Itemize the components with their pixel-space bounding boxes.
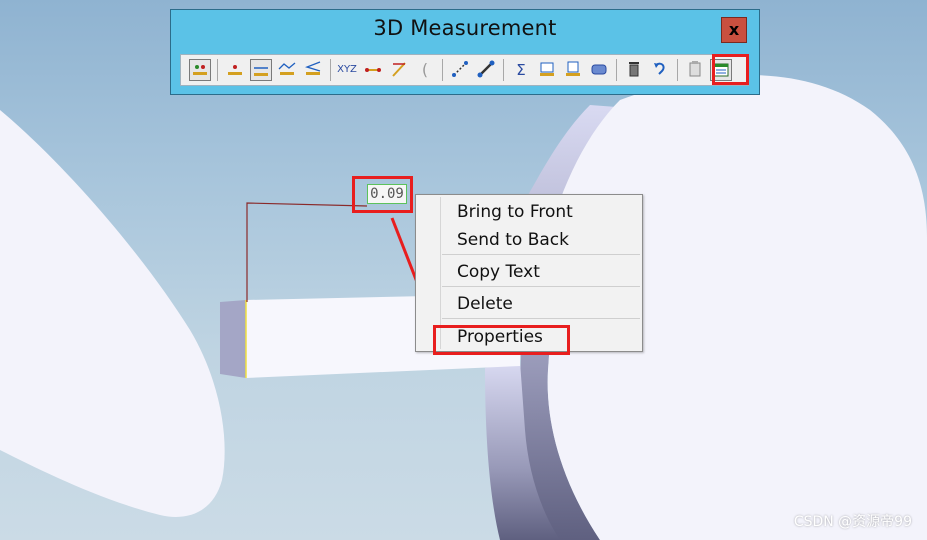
dimension-highlight-box: [352, 176, 413, 213]
cylinder-icon[interactable]: [588, 59, 610, 81]
window-title: 3D Measurement: [373, 16, 557, 40]
angle-arc-icon[interactable]: [388, 59, 410, 81]
volume-icon[interactable]: [562, 59, 584, 81]
point-marker-icon[interactable]: [189, 59, 211, 81]
polyline-measure-icon[interactable]: [276, 59, 298, 81]
toolbar-separator: [330, 59, 331, 81]
point-to-point-icon[interactable]: [449, 59, 471, 81]
menu-item-bring-to-front[interactable]: Bring to Front: [457, 202, 573, 222]
menu-separator: [442, 318, 640, 319]
measurement-toolbar-window: 3D Measurement x XYZ (Σ: [170, 9, 760, 95]
watermark: CSDN @资源帝99: [793, 514, 912, 530]
link-icon[interactable]: [475, 59, 497, 81]
model-beam-side: [220, 300, 246, 378]
toolbar-separator: [503, 59, 504, 81]
undo-icon[interactable]: [649, 59, 671, 81]
sum-icon[interactable]: Σ: [510, 59, 532, 81]
area-icon[interactable]: [536, 59, 558, 81]
delete-icon[interactable]: [623, 59, 645, 81]
properties-menu-highlight-box: [433, 325, 570, 355]
coordinate-icon[interactable]: XYZ: [336, 59, 358, 81]
clipboard-icon[interactable]: [684, 59, 706, 81]
distance-icon[interactable]: [362, 59, 384, 81]
toolbar: XYZ ( Σ: [180, 54, 749, 86]
toolbar-separator: [217, 59, 218, 81]
point-measure-icon[interactable]: [224, 59, 246, 81]
menu-item-delete[interactable]: Delete: [457, 294, 513, 314]
arc-icon[interactable]: (: [414, 59, 436, 81]
model-face-left: [0, 110, 225, 517]
toolbar-separator: [442, 59, 443, 81]
toolbar-separator: [616, 59, 617, 81]
line-measure-icon[interactable]: [250, 59, 272, 81]
menu-item-send-to-back[interactable]: Send to Back: [457, 230, 569, 250]
angle-measure-icon[interactable]: [302, 59, 324, 81]
dimension-leader-line: [246, 202, 368, 302]
toolbar-separator: [677, 59, 678, 81]
menu-separator: [442, 286, 640, 287]
menu-item-copy-text[interactable]: Copy Text: [457, 262, 540, 282]
properties-button-highlight-box: [712, 54, 749, 85]
menu-separator: [442, 254, 640, 255]
close-button[interactable]: x: [721, 17, 747, 43]
